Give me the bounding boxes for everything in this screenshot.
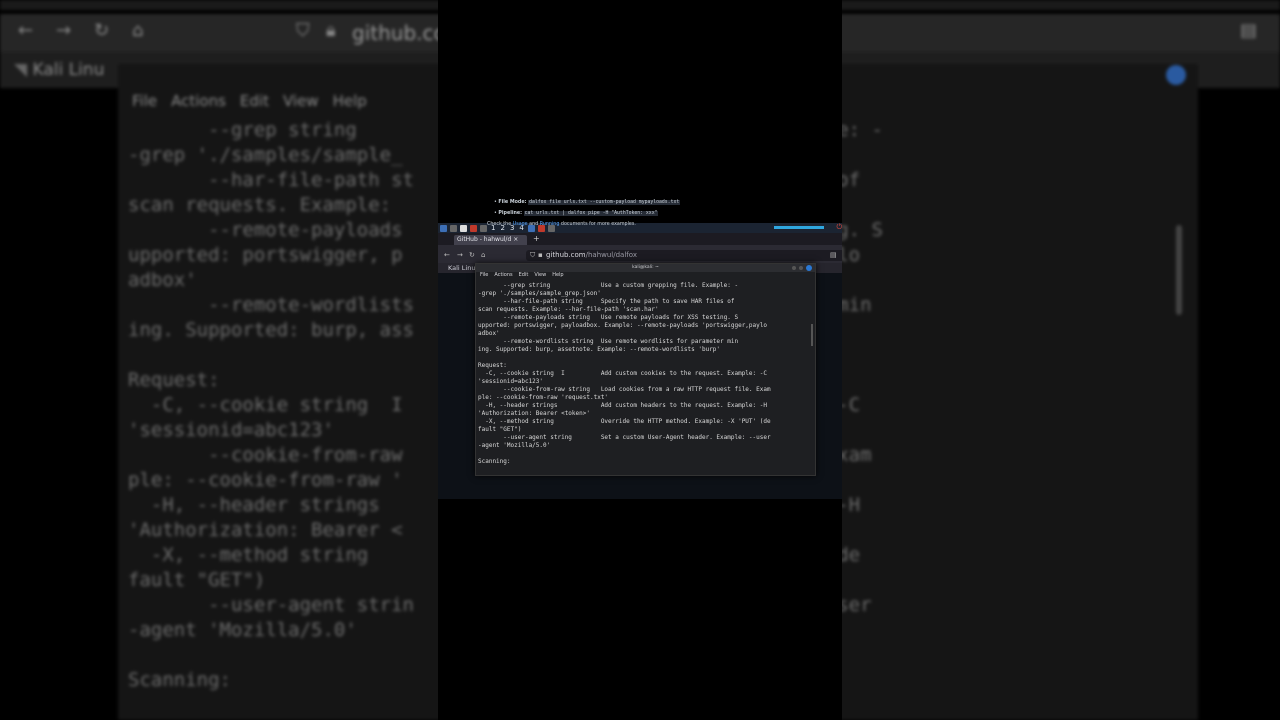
reload-icon[interactable]: ↻ — [469, 251, 475, 259]
menu-actions[interactable]: Actions — [494, 272, 512, 278]
list-item: • Pipeline: cat urls.txt | dalfox pipe -… — [494, 211, 659, 216]
back-icon[interactable]: ← — [444, 251, 450, 259]
reader-icon[interactable]: ▤ — [830, 251, 837, 259]
bg-close-icon — [1166, 65, 1186, 85]
bg-forward-icon: → — [56, 20, 72, 41]
bg-reload-icon: ↻ — [94, 20, 110, 41]
bg-shield-icon: ⛉ — [296, 20, 310, 41]
bg-lock-icon: 🔒︎ — [326, 20, 336, 41]
list-item: • File Mode: dalfox file urls.txt --cust… — [494, 200, 681, 205]
shield-icon[interactable]: ⛉ — [530, 251, 535, 260]
minimize-icon[interactable] — [792, 266, 796, 270]
terminal-line: --grep string Use a custom grepping file… — [478, 282, 739, 289]
terminal-line: --remote-payloads string Use remote payl… — [478, 314, 739, 321]
url-bar[interactable]: github.com/hahwul/dalfox — [526, 250, 842, 261]
terminal-line: upported: portswigger, payloadbox. Examp… — [478, 322, 767, 329]
terminal-line: Scanning: — [478, 458, 511, 465]
usage-link[interactable]: Usage — [513, 222, 528, 227]
menu-view[interactable]: View — [534, 272, 546, 278]
terminal-line: --har-file-path string Specify the path … — [478, 298, 735, 305]
terminal-menubar: File Actions Edit View Help — [476, 272, 815, 279]
terminal-window: kali@kali: ~ File Actions Edit View Help --g… — [475, 263, 816, 476]
terminal-line: fault "GET") — [478, 426, 522, 433]
terminal-line: --cookie-from-raw string Load cookies fr… — [478, 386, 771, 393]
terminal-line: -X, --method string Override the HTTP me… — [478, 418, 771, 425]
bg-kali-bookmark: ◥ Kali Linu — [14, 60, 105, 80]
terminal-line: scan requests. Example: --har-file-path … — [478, 306, 659, 313]
taskbar-app-icon[interactable] — [450, 224, 457, 232]
terminal-line: -agent 'Mozilla/5.0' — [478, 442, 551, 449]
desktop-screen: 1 2 3 4 ⏻ GitHub - hahwul/d × + ← → ↻ ⌂ … — [438, 0, 842, 720]
terminal-scrollbar[interactable] — [811, 324, 813, 346]
bg-reader-icon: ▤ — [1240, 20, 1258, 41]
terminal-line: ing. Supported: burp, assetnote. Example… — [478, 346, 721, 353]
power-icon[interactable]: ⏻ — [836, 223, 842, 232]
readme-examples: • File Mode: dalfox file urls.txt --cust… — [487, 197, 681, 230]
terminal-output[interactable]: --grep string Use a custom grepping file… — [478, 282, 810, 466]
kali-menu-icon[interactable] — [440, 224, 447, 232]
terminal-line: 'sessionid=abc123' — [478, 378, 544, 385]
maximize-icon[interactable] — [799, 266, 803, 270]
bg-terminal-menu: File Actions Edit View Help — [132, 92, 367, 110]
terminal-line: Request: — [478, 362, 507, 369]
terminal-line: 'Authorization: Bearer <token>' — [478, 410, 590, 417]
home-icon[interactable]: ⌂ — [481, 251, 485, 259]
close-icon[interactable] — [806, 265, 812, 271]
terminal-line: -grep './samples/sample_grep.json' — [478, 290, 601, 297]
tab-bar: GitHub - hahwul/d × + — [438, 233, 842, 245]
terminal-line: ple: --cookie-from-raw 'request.txt' — [478, 394, 609, 401]
bg-back-icon: ← — [18, 20, 34, 41]
menu-file[interactable]: File — [480, 272, 488, 278]
lock-icon[interactable]: ▪ — [538, 251, 543, 259]
network-graph — [774, 226, 824, 229]
readme-note: Check the Usage and Running documents fo… — [487, 222, 636, 227]
browser-icon[interactable] — [470, 224, 477, 232]
terminal-line: --user-agent string Set a custom User-Ag… — [478, 434, 771, 441]
nav-bar: ← → ↻ ⌂ github.com/hahwul/dalfox ⛉ ▪ ▤ — [438, 249, 842, 263]
bg-kali-icon: ◥ — [14, 60, 33, 80]
bg-home-icon: ⌂ — [132, 20, 144, 41]
tab-github-dalfox[interactable]: GitHub - hahwul/d × — [454, 235, 527, 245]
terminal-titlebar: kali@kali: ~ — [476, 264, 815, 272]
running-link[interactable]: Running — [540, 222, 560, 227]
terminal-line: adbox' — [478, 330, 500, 337]
menu-help[interactable]: Help — [552, 272, 563, 278]
terminal-line: -C, --cookie string I Add custom cookies… — [478, 370, 767, 377]
terminal-line: --remote-wordlists string Use remote wor… — [478, 338, 739, 345]
forward-icon[interactable]: → — [457, 251, 463, 259]
new-tab-button[interactable]: + — [533, 234, 540, 243]
menu-edit[interactable]: Edit — [519, 272, 529, 278]
bg-scrollbar — [1176, 225, 1182, 315]
tab-close-icon[interactable]: × — [513, 236, 518, 243]
terminal-icon[interactable] — [480, 224, 487, 232]
terminal-line: -H, --header strings Add custom headers … — [478, 402, 767, 409]
files-icon[interactable] — [460, 224, 467, 232]
